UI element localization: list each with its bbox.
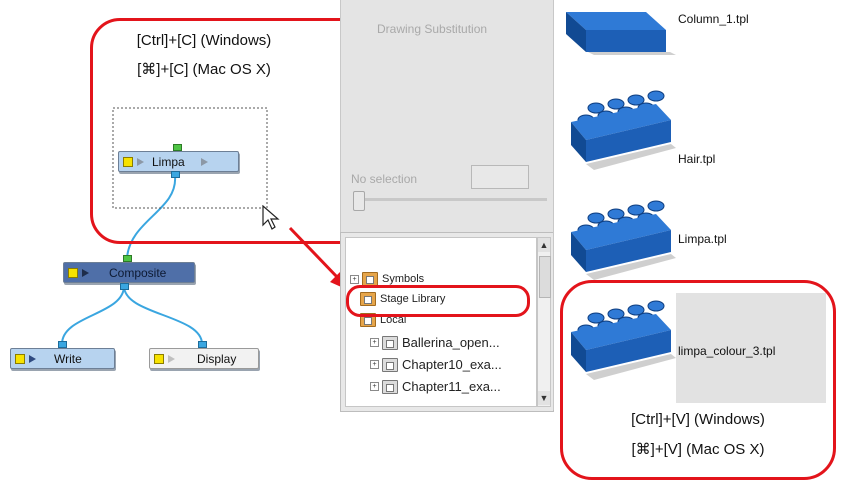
node-write-label: Write [54,351,82,366]
template-brick-icon [566,12,676,55]
node-display-label: Display [197,351,237,366]
folder-icon [382,357,398,372]
cable-composite-display [123,285,203,345]
node-display[interactable]: Display [149,348,259,369]
template-label-column: Column_1.tpl [678,12,749,26]
node-composite-label: Composite [109,265,167,280]
no-selection-label: No selection [351,172,418,186]
node-composite[interactable]: Composite [63,262,195,283]
node-display-play-icon [168,354,175,363]
expand-icon[interactable]: + [370,338,379,347]
node-composite-output-port[interactable] [120,283,129,290]
node-write[interactable]: Write [10,348,115,369]
expand-icon[interactable]: + [370,382,379,391]
substitution-field[interactable] [471,165,529,189]
node-display-enable-icon[interactable] [154,353,164,364]
scroll-thumb[interactable] [539,256,551,298]
scroll-up-icon[interactable]: ▲ [538,238,550,252]
drawing-substitution-panel: Drawing Substitution No selection [340,0,554,232]
cable-composite-write [61,285,125,345]
tree-item-label: Symbols [382,273,425,285]
copy-shortcut-windows: [Ctrl]+[C] (Windows) [136,32,272,49]
paste-shortcut-mac: [⌘]+[V] (Mac OS X) [631,441,765,458]
folder-icon [382,379,398,394]
node-write-play-icon [29,354,36,363]
paste-shortcut-windows: [Ctrl]+[V] (Windows) [631,411,765,428]
tree-scrollbar[interactable]: ▲ ▼ [537,237,551,407]
scroll-down-icon[interactable]: ▼ [538,391,550,405]
node-write-enable-icon[interactable] [15,353,25,364]
expand-icon[interactable]: + [370,360,379,369]
node-composite-input-port[interactable] [123,255,132,262]
tree-item-label: Ballerina_open... [402,335,500,350]
template-label-limpa: Limpa.tpl [678,232,727,246]
drawing-substitution-title: Drawing Substitution [377,22,488,36]
folder-icon [362,272,378,286]
tree-item-symbols[interactable]: + Symbols [350,272,424,286]
substitution-slider-track[interactable] [361,198,547,201]
expand-icon[interactable]: + [350,274,359,284]
stage-library-highlight [346,285,530,317]
folder-icon [382,335,398,350]
tree-item-chapter10[interactable]: + Chapter10_exa... [370,357,502,372]
template-brick-icon [571,200,676,280]
template-label-hair: Hair.tpl [678,152,716,166]
tree-item-label: Chapter11_exa... [402,379,501,394]
copy-shortcut-mac: [⌘]+[C] (Mac OS X) [137,61,271,78]
copy-callout-frame [90,18,378,244]
substitution-slider-handle[interactable] [353,191,365,211]
node-composite-enable-icon[interactable] [68,267,78,278]
tree-item-ballerina[interactable]: + Ballerina_open... [370,335,500,350]
node-composite-play-icon [82,268,89,277]
tree-item-label: Chapter10_exa... [402,357,502,372]
node-write-input-port[interactable] [58,341,67,348]
node-display-input-port[interactable] [198,341,207,348]
template-brick-icon [571,90,676,170]
tree-item-chapter11[interactable]: + Chapter11_exa... [370,379,501,394]
